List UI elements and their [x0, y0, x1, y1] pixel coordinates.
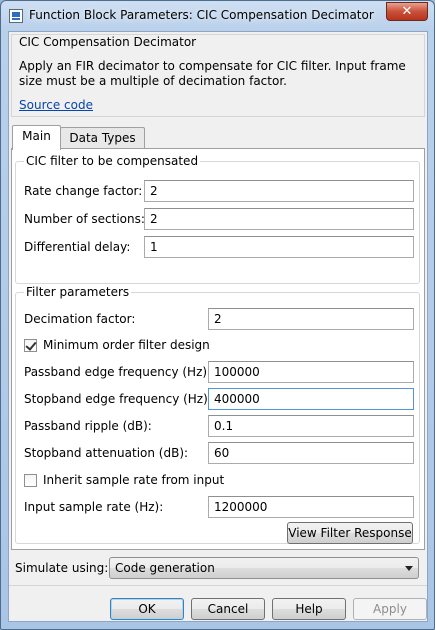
- passband-ripple-label: Passband ripple (dB):: [24, 419, 152, 433]
- simulate-using-dropdown[interactable]: Code generation: [109, 557, 419, 579]
- block-description-box: CIC Compensation Decimator Apply an FIR …: [11, 34, 425, 117]
- ok-button[interactable]: OK: [110, 598, 184, 620]
- passband-freq-field[interactable]: 100000: [208, 361, 414, 383]
- rate-change-label: Rate change factor:: [24, 184, 143, 198]
- dialog-window: Function Block Parameters: CIC Compensat…: [0, 0, 435, 630]
- inherit-rate-checkbox[interactable]: [24, 474, 37, 487]
- passband-freq-label: Passband edge frequency (Hz):: [24, 365, 212, 379]
- diff-delay-label: Differential delay:: [24, 240, 131, 254]
- simulate-using-label: Simulate using:: [15, 561, 109, 575]
- cic-group-title: CIC filter to be compensated: [24, 154, 201, 168]
- input-rate-label: Input sample rate (Hz):: [24, 500, 164, 514]
- input-rate-field[interactable]: 1200000: [208, 496, 414, 518]
- footer-separator: [9, 585, 427, 586]
- rate-change-field[interactable]: 2: [144, 180, 414, 202]
- block-description: Apply an FIR decimator to compensate for…: [19, 59, 406, 88]
- sections-field[interactable]: 2: [144, 208, 414, 230]
- title-bar[interactable]: Function Block Parameters: CIC Compensat…: [1, 1, 434, 31]
- passband-ripple-field[interactable]: 0.1: [208, 415, 414, 437]
- stopband-freq-label: Stopband edge frequency (Hz):: [24, 392, 212, 406]
- simulink-block-icon: [9, 9, 23, 23]
- stopband-atten-field[interactable]: 60: [208, 442, 414, 464]
- dropdown-arrow-icon: [405, 566, 413, 571]
- close-button[interactable]: ✕: [386, 2, 428, 21]
- simulate-using-value: Code generation: [115, 561, 215, 575]
- dialog-client-area: CIC Compensation Decimator Apply an FIR …: [8, 31, 428, 622]
- min-order-checkbox[interactable]: [24, 339, 37, 352]
- tab-data-types[interactable]: Data Types: [60, 127, 145, 149]
- decimation-label: Decimation factor:: [24, 312, 136, 326]
- filter-parameters-group: Filter parameters Decimation factor: 2 M…: [15, 285, 420, 544]
- min-order-label: Minimum order filter design: [43, 338, 210, 352]
- view-filter-response-button[interactable]: View Filter Response: [287, 522, 413, 544]
- apply-button[interactable]: Apply: [353, 598, 427, 620]
- tab-strip: Main Data Types: [9, 125, 429, 150]
- tab-main[interactable]: Main: [12, 125, 61, 150]
- cancel-button[interactable]: Cancel: [191, 598, 265, 620]
- sections-label: Number of sections:: [24, 212, 145, 226]
- window-title: Function Block Parameters: CIC Compensat…: [29, 8, 374, 22]
- stopband-atten-label: Stopband attenuation (dB):: [24, 446, 189, 460]
- source-code-link[interactable]: Source code: [19, 98, 93, 112]
- help-button[interactable]: Help: [272, 598, 346, 620]
- cic-filter-group: CIC filter to be compensated Rate change…: [15, 154, 420, 284]
- inherit-rate-label: Inherit sample rate from input: [43, 473, 225, 487]
- decimation-field[interactable]: 2: [208, 308, 414, 330]
- diff-delay-field[interactable]: 1: [144, 236, 414, 258]
- block-name: CIC Compensation Decimator: [19, 35, 197, 49]
- stopband-freq-field[interactable]: 400000: [208, 388, 414, 410]
- filter-group-title: Filter parameters: [24, 285, 132, 299]
- main-tab-panel: CIC filter to be compensated Rate change…: [11, 148, 425, 550]
